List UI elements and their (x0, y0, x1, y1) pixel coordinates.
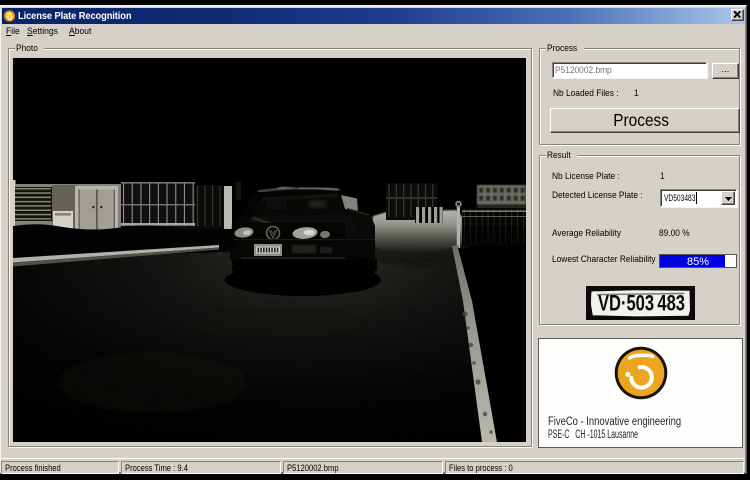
svg-text:VD·503 483: VD·503 483 (598, 290, 685, 315)
